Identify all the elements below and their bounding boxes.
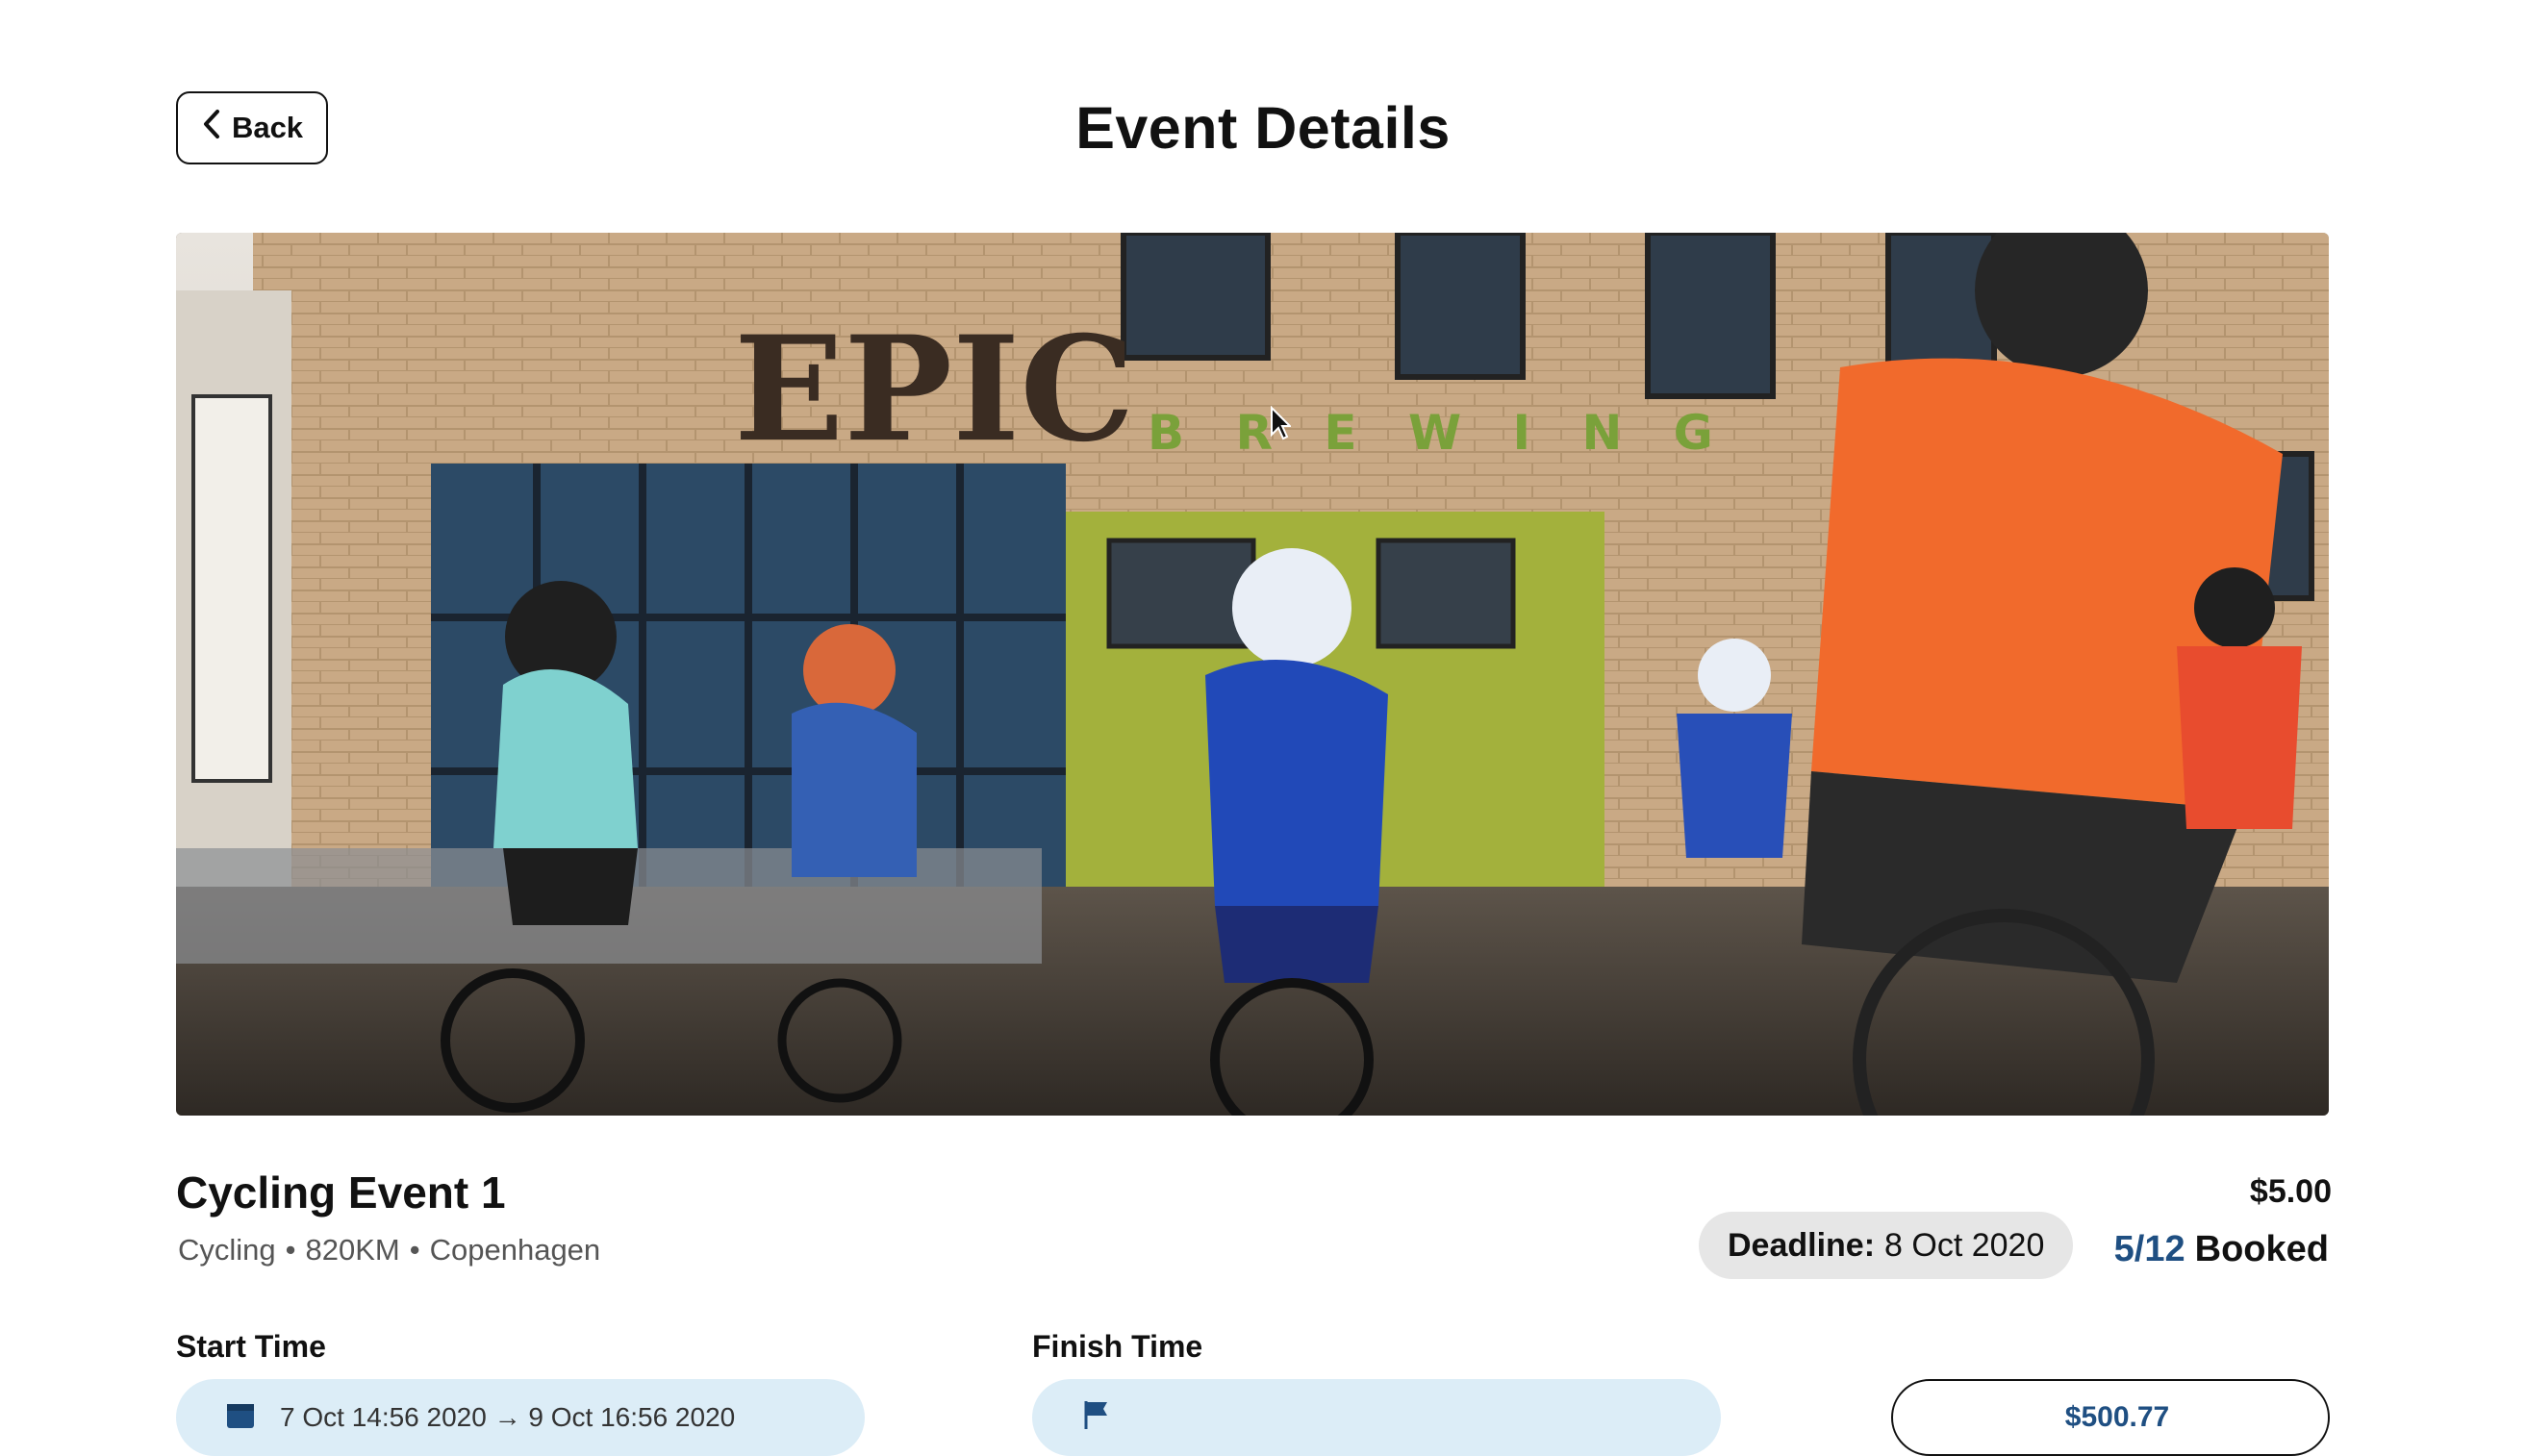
booked-label: Booked xyxy=(2194,1229,2329,1269)
mouse-cursor-icon xyxy=(1270,405,1293,440)
svg-text:B R E W I N G: B R E W I N G xyxy=(1148,405,1730,461)
start-time-field[interactable]: 7 Oct 14:56 2020 → 9 Oct 16:56 2020 xyxy=(176,1379,865,1456)
meta-separator: • xyxy=(409,1233,420,1267)
event-hero-image: EPIC B R E W I N G xyxy=(176,233,2329,1116)
event-distance: 820KM xyxy=(305,1233,400,1267)
booked-count: 5/12 xyxy=(2113,1229,2185,1269)
book-button-amount: $500.77 xyxy=(2064,1401,2170,1433)
deadline-badge: Deadline: 8 Oct 2020 xyxy=(1699,1212,2074,1279)
calendar-icon xyxy=(224,1398,257,1438)
page-title: Event Details xyxy=(1075,95,1451,161)
event-sport: Cycling xyxy=(178,1233,276,1267)
start-time-label: Start Time xyxy=(176,1329,326,1364)
start-time-value: 7 Oct 14:56 2020 → 9 Oct 16:56 2020 xyxy=(280,1402,736,1432)
finish-time-label: Finish Time xyxy=(1032,1329,1203,1364)
flag-icon xyxy=(1080,1398,1113,1438)
event-meta: Cycling • 820KM • Copenhagen xyxy=(178,1233,600,1268)
deadline-label: Deadline: xyxy=(1728,1226,1876,1264)
book-event-button[interactable]: $500.77 xyxy=(1891,1379,2330,1456)
svg-text:EPIC: EPIC xyxy=(734,305,1135,474)
event-price: $5.00 xyxy=(2249,1173,2332,1210)
event-location: Copenhagen xyxy=(429,1233,601,1267)
event-title: Cycling Event 1 xyxy=(176,1167,506,1218)
deadline-value: 8 Oct 2020 xyxy=(1884,1226,2045,1264)
meta-separator: • xyxy=(285,1233,296,1267)
finish-time-field[interactable] xyxy=(1032,1379,1721,1456)
booked-status: 5/12 Booked xyxy=(2114,1229,2329,1270)
